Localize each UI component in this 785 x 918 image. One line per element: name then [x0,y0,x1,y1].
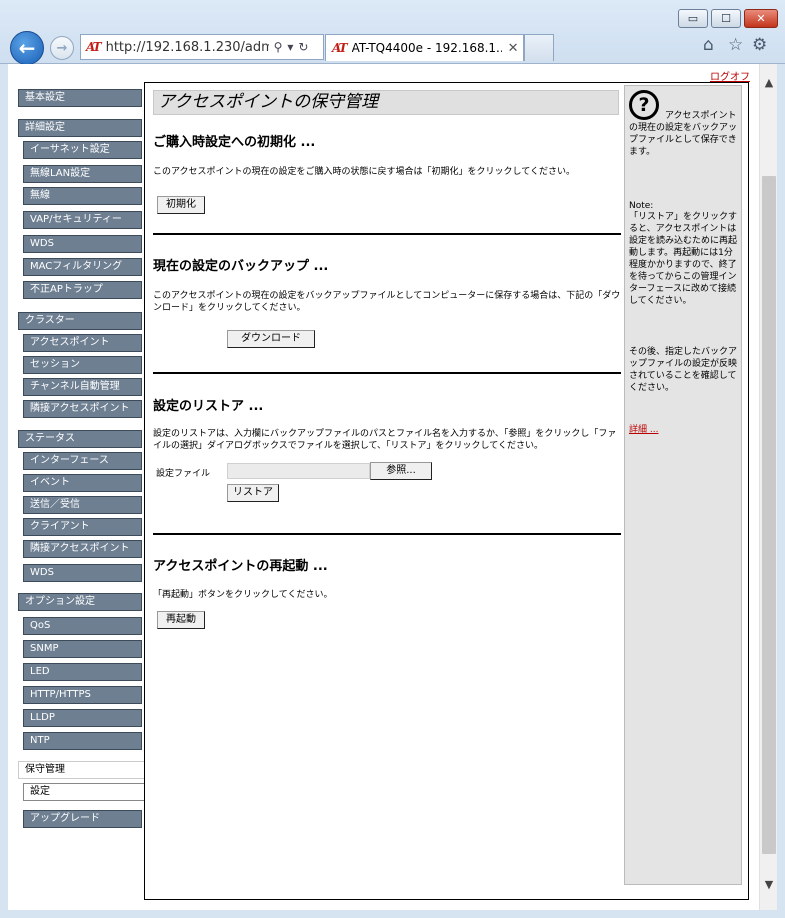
menu-item-vap-security[interactable]: VAP/セキュリティー [23,211,142,229]
reboot-button[interactable]: 再起動 [157,611,205,629]
tab-favicon-icon: AT [332,41,348,55]
menu-item-tx-rx[interactable]: 送信／受信 [23,496,142,514]
menu-cluster[interactable]: クラスター [18,312,142,330]
menu-item-rogue-ap[interactable]: 不正APトラップ [23,281,142,299]
menu-item-wds[interactable]: WDS [23,235,142,253]
refresh-icon[interactable]: ↻ [298,40,308,54]
menu-item-ntp[interactable]: NTP [23,732,142,750]
new-tab-button[interactable] [524,34,554,61]
menu-item-mac-filter[interactable]: MACフィルタリング [23,258,142,276]
menu-item-radio[interactable]: 無線 [23,187,142,205]
restore-description: 設定のリストアは、入力欄にバックアップファイルのパスとファイル名を入力するか、「… [153,429,617,451]
menu-item-neighbor-ap[interactable]: 隣接アクセスポイント [23,400,142,418]
backup-description: このアクセスポイントの現在の設定をバックアップファイルとしてコンピューターに保存… [153,291,621,313]
menu-item-lldp[interactable]: LLDP [23,709,142,727]
logout-link[interactable]: ログオフ [710,68,750,83]
scroll-up-icon[interactable]: ▲ [760,74,778,92]
site-favicon-icon: AT [86,40,102,54]
scrollbar-thumb[interactable] [762,176,776,854]
menu-item-access-points[interactable]: アクセスポイント [23,334,142,352]
menu-item-settings-active[interactable]: 設定 [23,783,144,801]
tab-title: AT-TQ4400e - 192.168.1... [351,41,502,55]
browser-tab[interactable]: AT AT-TQ4400e - 192.168.1... ✕ [325,34,524,61]
scroll-down-icon[interactable]: ▼ [760,876,778,894]
menu-item-upgrade[interactable]: アップグレード [23,810,142,828]
menu-maintenance[interactable]: 保守管理 [18,761,144,779]
menu-status[interactable]: ステータス [18,430,142,448]
section-divider [153,372,621,374]
help-intro: アクセスポイントの現在の設定をバックアップファイルとして保存できます。 [629,111,738,157]
backup-heading: 現在の設定のバックアップ ... [153,259,329,274]
page-title: アクセスポイントの保守管理 [153,90,619,115]
menu-item-sessions[interactable]: セッション [23,356,142,374]
gear-icon[interactable]: ⚙ [752,35,767,55]
page-viewport: ログオフ 基本設定 詳細設定 イーサネット設定 無線LAN設定 無線 VAP/セ… [8,64,759,910]
download-button[interactable]: ダウンロード [227,330,315,348]
help-after-text: その後、指定したバックアップファイルの設定が反映されていることを確認してください… [629,347,738,393]
menu-item-interfaces[interactable]: インターフェース [23,452,142,470]
arrow-right-icon: → [56,40,68,56]
section-divider [153,233,621,235]
minimize-button[interactable]: ▭ [678,9,708,28]
browse-button[interactable]: 参照... [370,462,432,480]
restore-heading: 設定のリストア ... [153,399,264,414]
config-file-input[interactable] [227,463,370,479]
home-icon[interactable]: ⌂ [703,35,714,55]
close-window-button[interactable]: ✕ [744,9,778,28]
dropdown-icon[interactable]: ▾ [287,40,293,54]
more-details-link[interactable]: 詳細 ... [629,422,658,435]
page-scrollbar[interactable]: ▲ ▼ [759,64,777,910]
config-file-label: 設定ファイル [156,469,211,479]
menu-item-neighbor-ap-status[interactable]: 隣接アクセスポイント [23,540,142,558]
reset-button[interactable]: 初期化 [157,196,205,214]
menu-item-snmp[interactable]: SNMP [23,640,142,658]
address-url[interactable]: http://192.168.1.230/admin [106,40,269,55]
browser-titlebar: ▭ ☐ ✕ ← → AT http://192.168.1.230/admin … [0,0,785,65]
reboot-heading: アクセスポイントの再起動 ... [153,559,328,574]
menu-item-led[interactable]: LED [23,663,142,681]
menu-item-wireless-lan[interactable]: 無線LAN設定 [23,165,142,183]
address-bar[interactable]: AT http://192.168.1.230/admin ⚲ ▾ ↻ [80,34,324,60]
menu-options[interactable]: オプション設定 [18,593,142,611]
reset-heading: ご購入時設定への初期化 ... [153,135,316,150]
menu-detail[interactable]: 詳細設定 [18,119,142,137]
menu-item-wds-status[interactable]: WDS [23,564,142,582]
menu-item-qos[interactable]: QoS [23,617,142,635]
reboot-description: 「再起動」ボタンをクリックしてください。 [153,590,333,600]
reset-description: このアクセスポイントの現在の設定をご購入時の状態に戻す場合は「初期化」をクリック… [153,167,576,177]
menu-item-events[interactable]: イベント [23,474,142,492]
close-tab-icon[interactable]: ✕ [508,41,519,56]
main-content: アクセスポイントの保守管理 ご購入時設定への初期化 ... このアクセスポイント… [144,82,749,900]
back-button[interactable]: ← [10,31,44,65]
menu-item-ethernet[interactable]: イーサネット設定 [23,141,142,159]
help-note-text: 「リストア」をクリックすると、アクセスポイントは設定を読み込むために再起動します… [629,212,738,306]
section-divider [153,533,621,535]
menu-item-http-https[interactable]: HTTP/HTTPS [23,686,142,704]
window-bottom-border [0,910,785,918]
forward-button[interactable]: → [50,36,74,60]
star-icon[interactable]: ☆ [728,35,743,55]
arrow-left-icon: ← [18,36,36,60]
menu-item-clients[interactable]: クライアント [23,518,142,536]
menu-item-channel-mgmt[interactable]: チャンネル自動管理 [23,378,142,396]
restore-button[interactable]: リストア [227,484,279,502]
help-panel: ? アクセスポイントの現在の設定をバックアップファイルとして保存できます。 No… [624,85,742,885]
search-icon[interactable]: ⚲ [274,40,283,54]
maximize-button[interactable]: ☐ [711,9,741,28]
menu-basic[interactable]: 基本設定 [18,89,142,107]
